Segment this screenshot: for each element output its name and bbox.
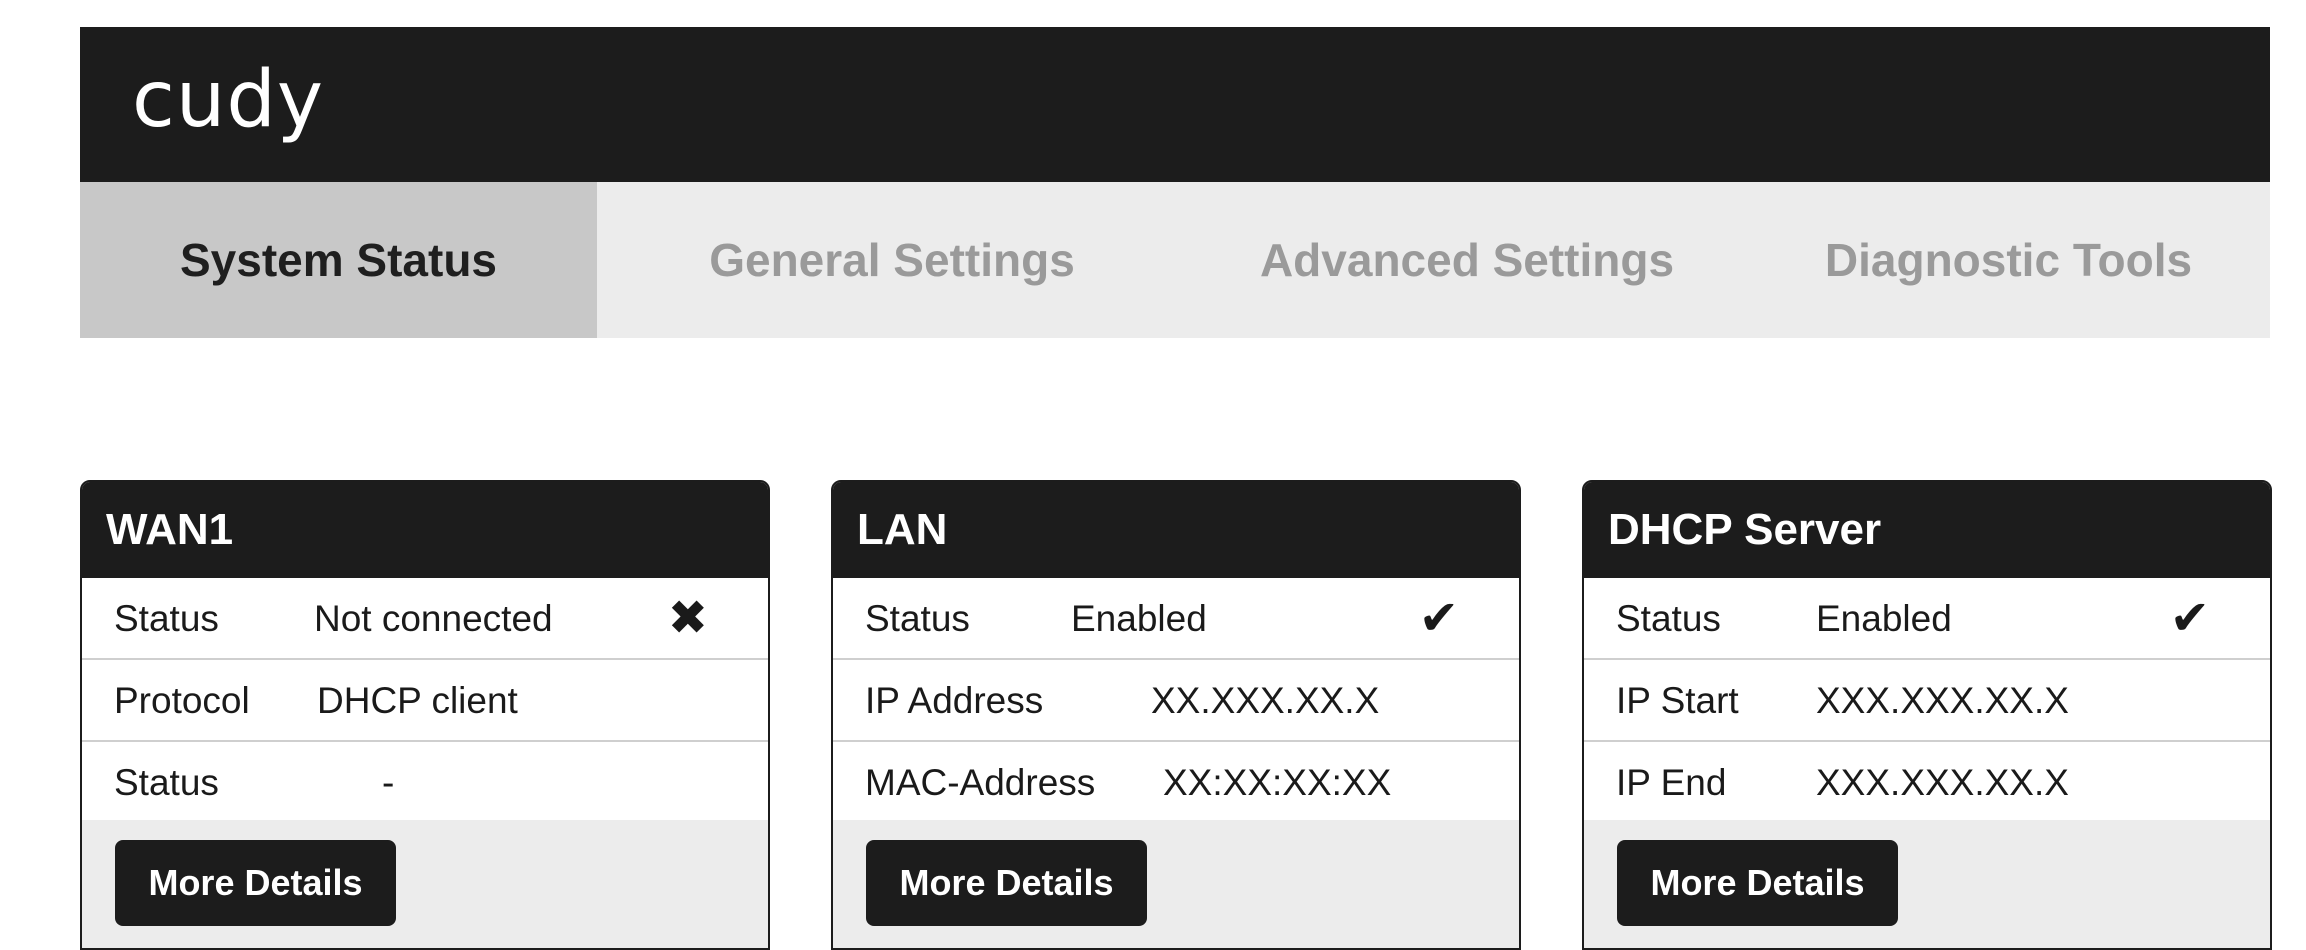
ip-address-row: IP Address XX.XXX.XX.X [833,660,1519,742]
row-label: Status [1616,598,1721,639]
tab-general-settings[interactable]: General Settings [597,182,1187,338]
row-value: XXX.XXX.XX.X [1816,762,2069,803]
tab-advanced-settings[interactable]: Advanced Settings [1187,182,1747,338]
card-footer: More Details [82,820,768,948]
row-value: XX:XX:XX:XX [1163,762,1392,803]
tab-system-status[interactable]: System Status [80,182,597,338]
lan-card: LAN Status Enabled ✔ IP Address XX.XXX.X… [831,480,1521,950]
status-row: Status Not connected ✖ [82,578,768,660]
status-row: Status - [82,742,768,824]
row-value: DHCP client [317,680,518,721]
status-row: Status Enabled ✔ [833,578,1519,660]
status-row: Status Enabled ✔ [1584,578,2270,660]
ip-start-row: IP Start XXX.XXX.XX.X [1584,660,2270,742]
row-value: - [382,762,395,803]
wan1-card: WAN1 Status Not connected ✖ Protocol DHC… [80,480,770,950]
top-bar: cudy [80,27,2270,182]
row-label: Status [865,598,970,639]
row-label: IP Start [1616,680,1739,721]
ip-end-row: IP End XXX.XXX.XX.X [1584,742,2270,824]
card-footer: More Details [833,820,1519,948]
card-footer: More Details [1584,820,2270,948]
more-details-button[interactable]: More Details [115,840,396,926]
row-label: IP Address [865,680,1044,721]
row-value: XX.XXX.XX.X [1151,680,1380,721]
row-label: Status [114,762,219,803]
row-label: MAC-Address [865,762,1096,803]
card-title: LAN [833,482,1519,578]
row-value: XXX.XXX.XX.X [1816,680,2069,721]
cudy-logo[interactable]: cudy [132,55,324,145]
protocol-row: Protocol DHCP client [82,660,768,742]
more-details-button[interactable]: More Details [1617,840,1898,926]
row-label: Protocol [114,680,250,721]
row-value: Not connected [314,598,553,639]
check-icon: ✔ [2169,592,2210,645]
check-icon: ✔ [1418,592,1459,645]
card-title: WAN1 [82,482,768,578]
row-label: IP End [1616,762,1727,803]
dhcp-server-card: DHCP Server Status Enabled ✔ IP Start XX… [1582,480,2272,950]
row-label: Status [114,598,219,639]
tab-diagnostic-tools[interactable]: Diagnostic Tools [1747,182,2270,338]
mac-address-row: MAC-Address XX:XX:XX:XX [833,742,1519,824]
row-value: Enabled [1071,598,1207,639]
row-value: Enabled [1816,598,1952,639]
close-icon: ✖ [667,592,708,645]
card-title: DHCP Server [1584,482,2270,578]
more-details-button[interactable]: More Details [866,840,1147,926]
main-nav: System Status General Settings Advanced … [80,182,2270,338]
